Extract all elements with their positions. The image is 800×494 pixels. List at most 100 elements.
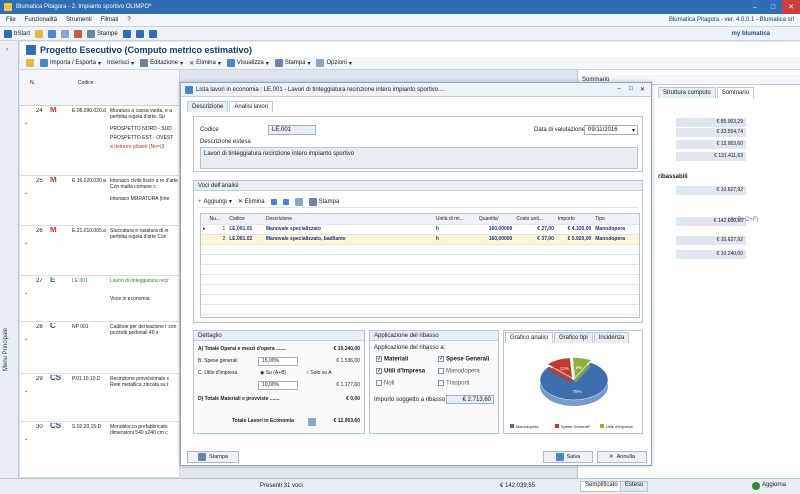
menu-filmati[interactable]: Filmati — [101, 17, 119, 23]
check-icon[interactable]: ✓ — [438, 356, 444, 362]
annulla-button[interactable]: ✕ Annulla — [597, 451, 647, 463]
expand-icon[interactable]: ⌄ — [24, 190, 28, 196]
myblumatica-logo[interactable]: my blumatica — [732, 31, 770, 37]
th-descrizione[interactable]: Descrizione — [263, 214, 434, 225]
forward-icon[interactable] — [135, 29, 144, 38]
chevron-right-icon[interactable]: › — [6, 47, 8, 53]
tab-grafico-tipi[interactable]: Grafico tipi — [554, 332, 593, 343]
th-costo[interactable]: Costo unit... — [514, 214, 556, 225]
cell-cu[interactable]: € 37,00 — [514, 234, 556, 245]
edit-icon[interactable] — [26, 59, 34, 67]
radio-solo-a[interactable]: ○ Solo su A — [306, 369, 332, 378]
th-tipo[interactable]: Tipo — [593, 214, 639, 225]
th-codice[interactable]: Codice — [227, 214, 264, 225]
elimina-voce-button[interactable]: ✕ Elimina — [238, 198, 265, 206]
checkbox-2[interactable]: ✓ Utili d'Impresa — [376, 368, 425, 375]
checkbox-0[interactable]: ✓ Materiali — [376, 356, 408, 363]
th-num[interactable]: Nu... — [207, 214, 228, 225]
columns-icon[interactable] — [294, 197, 303, 206]
table-row[interactable]: 29 CS P.01.10.10.D Recinzione provvisionale… — [20, 374, 180, 422]
menu-strumenti[interactable]: Strumenti — [66, 17, 92, 23]
stampa-button[interactable]: Stampa ▾ — [274, 59, 310, 67]
cell-tipo[interactable]: Manodopera — [593, 234, 639, 245]
cell-imp[interactable]: € 5.920,00 — [555, 234, 594, 245]
editazione-button[interactable]: Editazione ▾ — [140, 59, 183, 67]
cell-n[interactable]: 2 — [207, 234, 228, 245]
th-um[interactable]: Unità di mi... — [433, 214, 477, 225]
table-row[interactable]: 30 CS S.02.20.15.D Monoblocco prefabbricato… — [20, 422, 180, 478]
minimize-icon[interactable]: – — [746, 0, 764, 14]
back-icon[interactable] — [122, 29, 131, 38]
arrow-up-icon[interactable] — [270, 198, 277, 205]
table-row[interactable]: 24 M E.08.090.020.d Muratura a cassa vuota,… — [20, 106, 180, 176]
expand-icon[interactable]: ⌄ — [24, 290, 28, 296]
th-importo[interactable]: Importo — [555, 214, 594, 225]
cell-um[interactable]: h — [433, 234, 477, 245]
col-codice[interactable]: Codice — [78, 80, 94, 86]
arrow-down-icon[interactable] — [282, 198, 289, 205]
dialog-maximize-icon[interactable]: □ — [629, 86, 633, 92]
checkbox-4[interactable]: Noli — [376, 380, 394, 387]
check-icon[interactable] — [438, 368, 444, 374]
maximize-icon[interactable]: □ — [764, 0, 782, 14]
bstart-button[interactable]: bStart — [4, 29, 30, 38]
cell-cu[interactable]: € 27,00 — [514, 224, 556, 235]
computo-grid[interactable]: N. Codice 24 M E.08.090.020.d Muratura a ca… — [20, 70, 180, 480]
table-row[interactable]: ▸ 1 LE.001.01 Manovale specializzato h 160,00… — [201, 224, 639, 235]
inserisci-button[interactable]: Inserisci ▾ — [107, 60, 134, 67]
expand-icon[interactable]: ⌄ — [24, 388, 28, 394]
cell-code[interactable]: LE.001.02 — [227, 234, 264, 245]
menu-help[interactable]: ? — [127, 17, 130, 23]
cell-code[interactable]: LE.001.01 — [227, 224, 264, 235]
tab-esteso[interactable]: Esteso — [620, 481, 649, 492]
stampa-dialog-button[interactable]: Stampa — [187, 451, 239, 463]
cell-imp[interactable]: € 4.320,00 — [555, 224, 594, 235]
table-row[interactable]: 26 M E.21.010.005.a Stuccatura e rasatura d… — [20, 226, 180, 276]
menu-file[interactable]: File — [6, 17, 16, 23]
expand-icon[interactable]: ⌄ — [24, 436, 28, 442]
radio-su-ab[interactable]: ◉ Su (A+B) — [260, 369, 286, 378]
c-percent-field[interactable]: 10,00% — [258, 381, 298, 390]
tab-analisi-lavori[interactable]: Analisi lavori — [229, 101, 274, 112]
codice-field[interactable]: LE.001 — [268, 125, 316, 135]
table-row[interactable]: 2 LE.001.02 Manovale specializzato, badila… — [201, 234, 639, 245]
tab-incidenza[interactable]: Incidenza — [593, 332, 630, 343]
table-row[interactable]: 25 M E.16.020.030.a Intonaco civile liscio … — [20, 176, 180, 226]
open-icon[interactable] — [35, 29, 44, 38]
cell-n[interactable]: 1 — [207, 224, 228, 235]
check-icon[interactable]: ✓ — [376, 356, 382, 362]
importa-button[interactable]: Importa / Esporta ▾ — [40, 59, 101, 67]
expand-icon[interactable]: ⌄ — [24, 240, 28, 246]
print-icon[interactable] — [61, 29, 70, 38]
check-icon[interactable] — [376, 380, 382, 386]
aggiorna-button[interactable]: Aggiorna — [752, 482, 786, 490]
save-icon[interactable] — [48, 29, 57, 38]
cell-q[interactable]: 160,00000 — [476, 234, 515, 245]
calculator-icon[interactable] — [308, 418, 316, 426]
cell-desc[interactable]: Manovale specializzato — [263, 224, 434, 235]
tab-semplificato[interactable]: Semplificato — [580, 481, 623, 492]
cell-tipo[interactable]: Manodopera — [593, 224, 639, 235]
side-menu[interactable]: › Menu Principale — [0, 41, 19, 494]
stampe-button[interactable]: Stampe — [87, 29, 118, 38]
check-icon[interactable]: ✓ — [376, 368, 382, 374]
tab-struttura[interactable]: Struttura computo — [658, 87, 716, 98]
b-percent-field[interactable]: 15,00% — [258, 357, 298, 366]
elimina-button[interactable]: ✕ Elimina ▾ — [189, 60, 221, 67]
table-row[interactable]: 27 E LE.001 Lavori di tinteggiatura recir Vo… — [20, 276, 180, 322]
delete-icon[interactable] — [74, 29, 83, 38]
check-icon[interactable] — [438, 380, 444, 386]
cell-um[interactable]: h — [433, 224, 477, 235]
stampa-voci-button[interactable]: Stampa — [308, 197, 339, 206]
aggiungi-button[interactable]: + Aggiungi ▾ — [198, 198, 232, 206]
cell-desc[interactable]: Manovale specializzato, badilante — [263, 234, 434, 245]
checkbox-3[interactable]: Manodopera — [438, 368, 480, 375]
data-field[interactable]: 09/11/2016 ▾ — [584, 125, 638, 135]
salva-button[interactable]: Salva — [543, 451, 593, 463]
visualizza-button[interactable]: Visualizza ▾ — [226, 59, 269, 67]
table-row[interactable]: 28 C NP 001 Caditoie per derivazione r con … — [20, 322, 180, 374]
tab-grafico-analisi[interactable]: Grafico analisi — [505, 332, 554, 343]
cell-q[interactable]: 160,00000 — [476, 224, 515, 235]
chevron-down-icon[interactable]: ▾ — [632, 127, 635, 134]
dialog-close-icon[interactable]: ✕ — [640, 86, 645, 93]
